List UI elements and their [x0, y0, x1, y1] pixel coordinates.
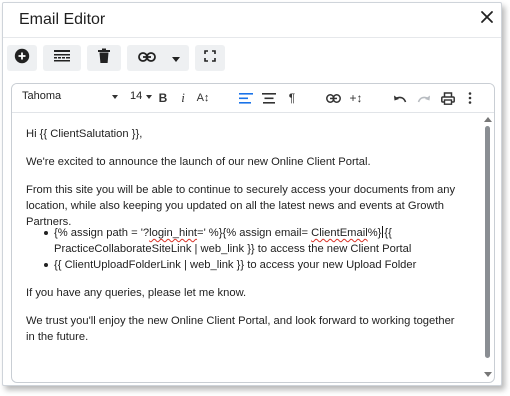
list-item-text: %}	[367, 227, 382, 239]
rich-text-editor: Tahoma 14 B i A↕ ¶ +↕ Hi {{ClientSaluta…	[11, 83, 495, 383]
title-bar: Email Editor	[3, 3, 501, 38]
align-left-icon[interactable]	[238, 90, 254, 106]
paragraph-closing: We trust you'll enjoy the new Online Cli…	[26, 315, 455, 343]
font-family-value: Tahoma	[22, 90, 62, 102]
trash-icon	[97, 48, 111, 69]
print-icon[interactable]	[440, 90, 456, 106]
list-item: {% assign path = '?login_hint=' %}{% ass…	[42, 225, 462, 257]
link-dropdown-button[interactable]	[127, 45, 189, 71]
caret-down-icon[interactable]	[172, 49, 180, 67]
link-icon	[138, 49, 156, 67]
chevron-down-icon	[146, 95, 152, 99]
list-item-text: =' %}{% assign email=	[197, 227, 312, 239]
italic-icon[interactable]: i	[175, 90, 191, 106]
link-icon[interactable]	[325, 90, 341, 106]
fullscreen-icon	[204, 49, 216, 67]
editor-content[interactable]: Hi {{ ClientSalutation }}, We're excited…	[12, 113, 482, 381]
editor-toolbar: Tahoma 14 B i A↕ ¶ +↕	[12, 84, 494, 113]
spellcheck-word: ClientEmail	[311, 227, 368, 239]
scroll-down-icon[interactable]	[484, 372, 492, 377]
paragraph-icon[interactable]: ¶	[284, 90, 300, 106]
list-item-text: {{ ClientUploadFolderLink | web_link }} …	[54, 259, 417, 271]
more-vert-icon[interactable]	[462, 90, 478, 106]
delete-button[interactable]	[87, 45, 121, 71]
scroll-up-icon[interactable]	[484, 117, 492, 122]
list-item-text: {% assign path = '?	[54, 227, 150, 239]
font-size-select[interactable]: 14	[130, 90, 152, 106]
redo-icon[interactable]	[416, 90, 432, 106]
paragraph-queries: If you have any queries, please let me k…	[26, 287, 247, 299]
align-center-icon[interactable]	[261, 90, 277, 106]
undo-icon[interactable]	[392, 90, 408, 106]
font-size-icon[interactable]: A↕	[195, 90, 211, 106]
paragraph-portal-access: From this site you will be able to conti…	[26, 184, 456, 228]
bold-icon[interactable]: B	[155, 90, 171, 106]
insert-template-icon	[53, 49, 71, 68]
add-button[interactable]	[7, 45, 37, 71]
add-circle-icon	[14, 48, 30, 69]
chevron-down-icon	[112, 95, 118, 99]
greeting-paragraph: Hi {{ ClientSalutation }},	[26, 128, 143, 140]
paragraph-intro: We're excited to announce the launch of …	[26, 156, 371, 168]
spellcheck-word: login_hint	[149, 227, 198, 239]
font-size-value: 14	[130, 90, 143, 102]
email-editor-dialog: Email Editor Tahoma 14 B i A↕ ¶ +↕ Hi {{…	[2, 2, 502, 386]
font-family-select[interactable]: Tahoma	[22, 90, 118, 106]
insert-template-button[interactable]	[43, 45, 81, 71]
list-item: {{ ClientUploadFolderLink | web_link }} …	[42, 257, 462, 273]
dialog-title: Email Editor	[19, 11, 106, 28]
main-toolbar	[3, 39, 501, 79]
scroll-thumb[interactable]	[485, 126, 490, 358]
close-icon[interactable]	[478, 8, 496, 26]
insert-icon[interactable]: +↕	[348, 90, 364, 106]
links-list: {% assign path = '?login_hint=' %}{% ass…	[42, 225, 462, 273]
vertical-scrollbar[interactable]	[482, 114, 492, 380]
fullscreen-button[interactable]	[195, 45, 225, 71]
